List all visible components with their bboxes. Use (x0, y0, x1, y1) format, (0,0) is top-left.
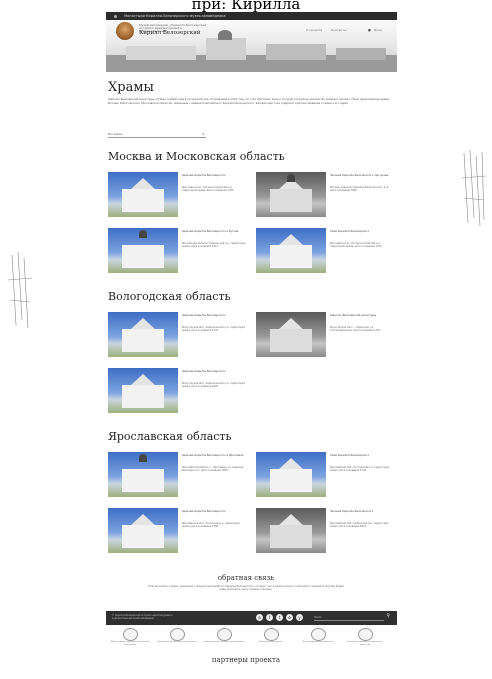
church-photo (108, 172, 178, 217)
church-title[interactable]: Храм Кирилла Белозерского (330, 230, 394, 233)
church-address: Московская область, Подольский р-н, терр… (182, 242, 246, 249)
church-card[interactable]: Кирилло-Белозерский монастырь Вологодска… (256, 312, 396, 360)
partners-title: партнеры проекта (211, 656, 281, 664)
right-decor-sketch (461, 149, 487, 227)
church-card[interactable]: Церковь Кирилла Белозерского Ярославское… (108, 172, 248, 220)
partner-name: Министерство культуры Российской Федерац… (110, 641, 150, 646)
church-photo (256, 312, 326, 357)
church-address: Ярославская область, г. Ярославль, ул. К… (182, 466, 244, 473)
top-bar-text: Монастыри Кирилло-Белозерского музея-зап… (124, 14, 226, 18)
partner-logo[interactable]: Фонд Кирилла Белозерского (298, 628, 338, 652)
church-address: Ярославское ш., Лосиноостровский р-н, те… (330, 242, 382, 249)
partner-name: Российское военно-историческое общество (347, 641, 383, 646)
church-photo (256, 228, 326, 273)
church-card[interactable]: Церковь Кирилла Белозерского Вологодская… (108, 312, 248, 360)
church-card[interactable]: Часовня Кирилла Белозерского при храме М… (256, 172, 396, 220)
church-title[interactable]: Часовня Кирилла Белозерского при храме (330, 174, 394, 177)
search-icon[interactable]: ⚲ (386, 614, 390, 619)
church-photo (256, 508, 326, 553)
partner-logo[interactable]: Вологодская епархия (251, 628, 291, 652)
page-title: Храмы (108, 80, 154, 95)
chevron-down-icon: ▾ (202, 132, 204, 136)
church-title[interactable]: Церковь Кирилла Белозерского (182, 174, 246, 177)
region-filter-select[interactable]: Все храмы ▾ (108, 132, 206, 138)
church-card[interactable]: Церковь Кирилла Белозерского в Ярославле… (108, 452, 248, 500)
nav-contacts[interactable]: Контакты (331, 28, 346, 32)
image-caption: при: Кирилла (191, 0, 301, 12)
partner-name: Правительство Вологодской области (157, 641, 197, 643)
church-card[interactable]: Церковь Кирилла Белозерского Ярославская… (108, 508, 248, 556)
church-address: Ярославская обл., Угличский р-н, террито… (182, 522, 240, 529)
church-photo (108, 312, 178, 357)
church-title[interactable]: Кирилло-Белозерский монастырь (330, 314, 394, 317)
church-title[interactable]: Церковь Кирилла Белозерского (182, 314, 246, 317)
menu-icon[interactable] (114, 14, 117, 18)
vk-icon[interactable]: в (256, 614, 263, 621)
region-title-moscow: Москва и Московская область (108, 150, 285, 163)
church-address: Ярославская обл., Рыбинский р-н, террито… (330, 522, 389, 529)
search-placeholder: Поиск (314, 616, 322, 619)
church-photo (256, 172, 326, 217)
church-title[interactable]: Церковь Кирилла Белозерского в Ярославле (182, 454, 246, 457)
church-card[interactable]: Церковь Кирилла Белозерского в Бутове Мо… (108, 228, 248, 276)
emblem-icon (358, 628, 373, 641)
church-title[interactable]: Часовня Кирилла Белозерского (330, 510, 394, 513)
partner-name: Кирилловский муниципальный район (204, 641, 244, 643)
left-decor-sketch (7, 251, 33, 329)
user-icon[interactable]: ■ (368, 28, 371, 32)
avatar (116, 22, 134, 40)
footer: © Кирилло-Белозерский историко-архитекту… (106, 611, 397, 625)
emblem-icon (217, 628, 232, 641)
emblem-icon (170, 628, 185, 641)
top-bar: Монастыри Кирилло-Белозерского музея-зап… (106, 12, 397, 20)
emblem-icon (264, 628, 279, 641)
intro-text: Кирилло-Белозерский монастырь оставил ос… (108, 98, 390, 105)
church-card[interactable]: Церковь Кирилла Белозерского Вологодская… (108, 368, 248, 416)
region-title-vologda: Вологодская область (108, 290, 231, 303)
footer-copyright: © Кирилло-Белозерский историко-архитекту… (112, 614, 173, 620)
church-card[interactable]: Храм Кирилла Белозерского Ярославское ш.… (256, 228, 396, 276)
emblem-icon (311, 628, 326, 641)
church-address: Ярославское ш., Лосиноостровский р-н, те… (182, 186, 234, 193)
church-photo (256, 452, 326, 497)
partner-logo[interactable]: Правительство Вологодской области (157, 628, 197, 652)
church-address: Вологодская обл., Кирилловский р-н, терр… (182, 326, 245, 333)
church-title[interactable]: Церковь Кирилла Белозерского в Бутове (182, 230, 246, 233)
region-title-yaroslavl: Ярославская область (108, 430, 232, 443)
twitter-icon[interactable]: t (276, 614, 283, 621)
church-title[interactable]: Храм Кирилла Белозерского (330, 454, 394, 457)
church-photo (108, 452, 178, 497)
facebook-icon[interactable]: f (266, 614, 273, 621)
nav-about[interactable]: О проекте (306, 28, 322, 32)
emblem-icon (123, 628, 138, 641)
header-hero: Музей-заповедник «Кирилло-Белозерский ис… (106, 20, 397, 72)
partner-logo[interactable]: Российское военно-историческое общество (345, 628, 385, 652)
partner-logo[interactable]: Министерство культуры Российской Федерац… (110, 628, 150, 652)
feedback-title: обратная связь (217, 574, 275, 582)
church-address: Москва, переулок Кирилла Белозерского, д… (330, 186, 390, 193)
site-name[interactable]: Кирилл Белозерский (139, 30, 201, 36)
church-photo (108, 508, 178, 553)
church-address: Ярославская обл., Ростовский р-н, террит… (330, 466, 389, 473)
youtube-icon[interactable]: у (296, 614, 303, 621)
nav-login[interactable]: Вход (374, 28, 382, 32)
filter-value: Все храмы (108, 133, 123, 136)
church-photo (108, 368, 178, 413)
church-address: Вологодская обл., Кирилловский р-н, терр… (182, 382, 245, 389)
partner-logo[interactable]: Кирилловский муниципальный район (204, 628, 244, 652)
church-card[interactable]: Храм Кирилла Белозерского Ярославская об… (256, 452, 396, 500)
feedback-text: Если вы знаете о храме, связанном с имен… (148, 585, 344, 592)
church-card[interactable]: Часовня Кирилла Белозерского Ярославская… (256, 508, 396, 556)
church-photo (108, 228, 178, 273)
church-title[interactable]: Церковь Кирилла Белозерского (182, 510, 246, 513)
church-title[interactable]: Церковь Кирилла Белозерского (182, 370, 246, 373)
odnoklassniki-icon[interactable]: о (286, 614, 293, 621)
footer-search-input[interactable]: Поиск ⚲ (314, 614, 390, 621)
church-address: Вологодская обл., г. Кириллов, ул. Гости… (330, 326, 381, 333)
partner-name: Вологодская епархия (259, 641, 283, 643)
partner-name: Фонд Кирилла Белозерского (302, 641, 334, 643)
